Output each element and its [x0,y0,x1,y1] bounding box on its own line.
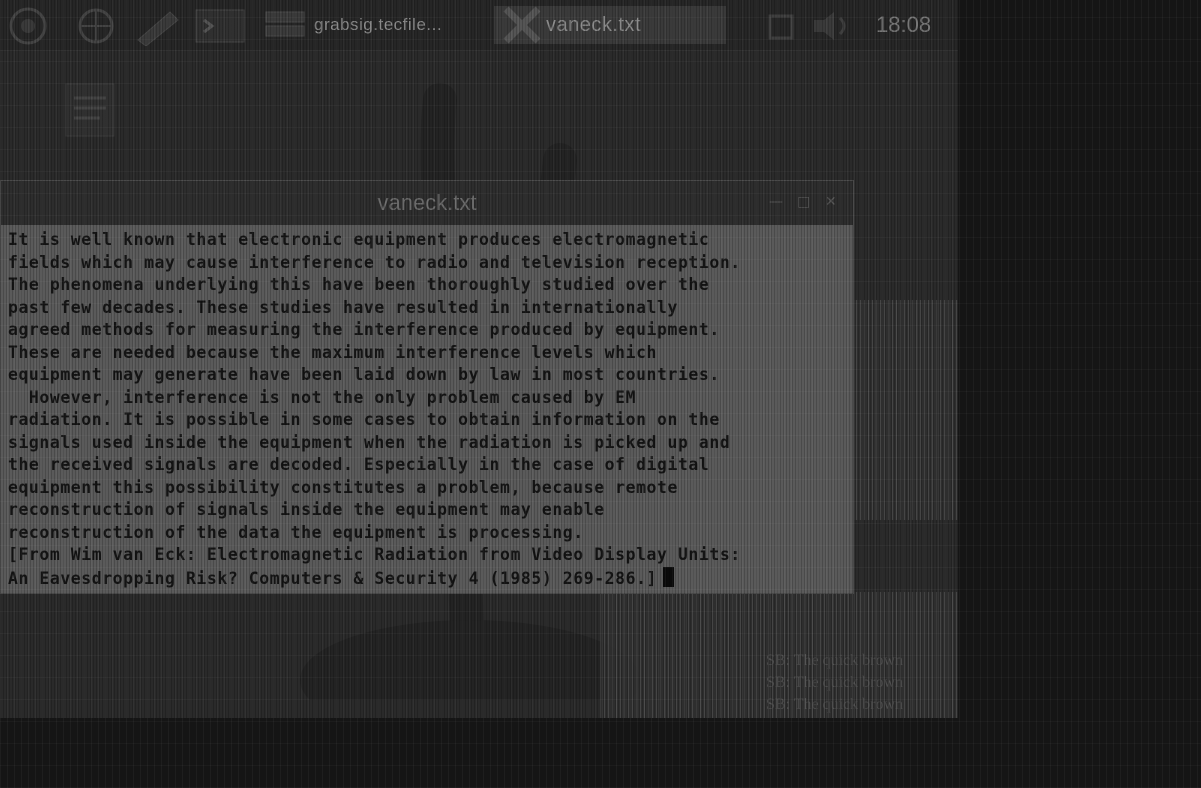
text-content-area[interactable]: It is well known that electronic equipme… [1,225,853,593]
text-line: fields which may cause interference to r… [8,252,741,272]
document-desktop-icon[interactable] [60,80,120,140]
text-line: equipment may generate have been laid do… [8,365,720,384]
terminal-launcher-icon[interactable] [192,6,248,46]
text-line: reconstruction of the data the equipment… [8,522,584,542]
background-window-upper [852,300,958,520]
minimize-icon[interactable]: — [769,195,783,209]
text-line: past few decades. These studies have res… [8,297,678,317]
maximize-icon[interactable]: □ [797,195,811,209]
window-title: vaneck.txt [377,190,477,215]
text-line: These are needed because the maximum int… [8,342,658,362]
taskbar-button-label: grabsig.tecfile... [314,15,443,34]
text-line: radiation. It is possible in some cases … [8,410,720,429]
drive-icon [265,11,305,37]
text-line: [From Wim van Eck: Electromagnetic Radia… [8,545,741,564]
start-menu-icon[interactable] [6,6,52,46]
background-text-line: SB: The quick brown [766,652,904,669]
text-viewer-window[interactable]: vaneck.txt — □ ✕ It is well known that e… [0,180,854,594]
text-line: agreed methods for measuring the interfe… [8,320,720,339]
text-line: equipment this possibility constitutes a… [8,477,678,497]
volume-tray-icon[interactable] [808,6,858,46]
browser-launcher-icon[interactable] [68,6,124,46]
text-line: The phenomena underlying this have been … [8,275,710,294]
text-line: It is well known that electronic equipme… [8,230,710,249]
network-tray-icon[interactable] [764,6,798,46]
taskbar-button-label: vaneck.txt [546,13,642,36]
text-line: However, interference is not the only pr… [8,387,637,407]
text-line: the received signals are decoded. Especi… [8,455,710,474]
x-app-icon [503,6,541,44]
editor-launcher-icon[interactable] [130,6,186,46]
taskbar-button-grabsig[interactable]: grabsig.tecfile... [262,6,490,44]
text-cursor [663,566,675,587]
taskbar: grabsig.tecfile... vaneck.txt 18:08 [0,0,958,51]
background-text-line: SB: The quick brown [766,674,904,691]
taskbar-clock[interactable]: 18:08 [876,12,931,38]
document-text: It is well known that electronic equipme… [8,229,741,590]
text-line: signals used inside the equipment when t… [8,432,731,452]
taskbar-button-vaneck[interactable]: vaneck.txt [494,6,726,44]
text-line: An Eavesdropping Risk? Computers & Secur… [8,568,658,588]
close-icon[interactable]: ✕ [825,195,839,209]
text-line: reconstruction of signals inside the equ… [8,500,605,519]
desktop: SB: The quick brown SB: The quick brown … [0,0,958,718]
background-text-line: SB: The quick brown [766,696,904,713]
window-titlebar[interactable]: vaneck.txt — □ ✕ [1,181,853,225]
